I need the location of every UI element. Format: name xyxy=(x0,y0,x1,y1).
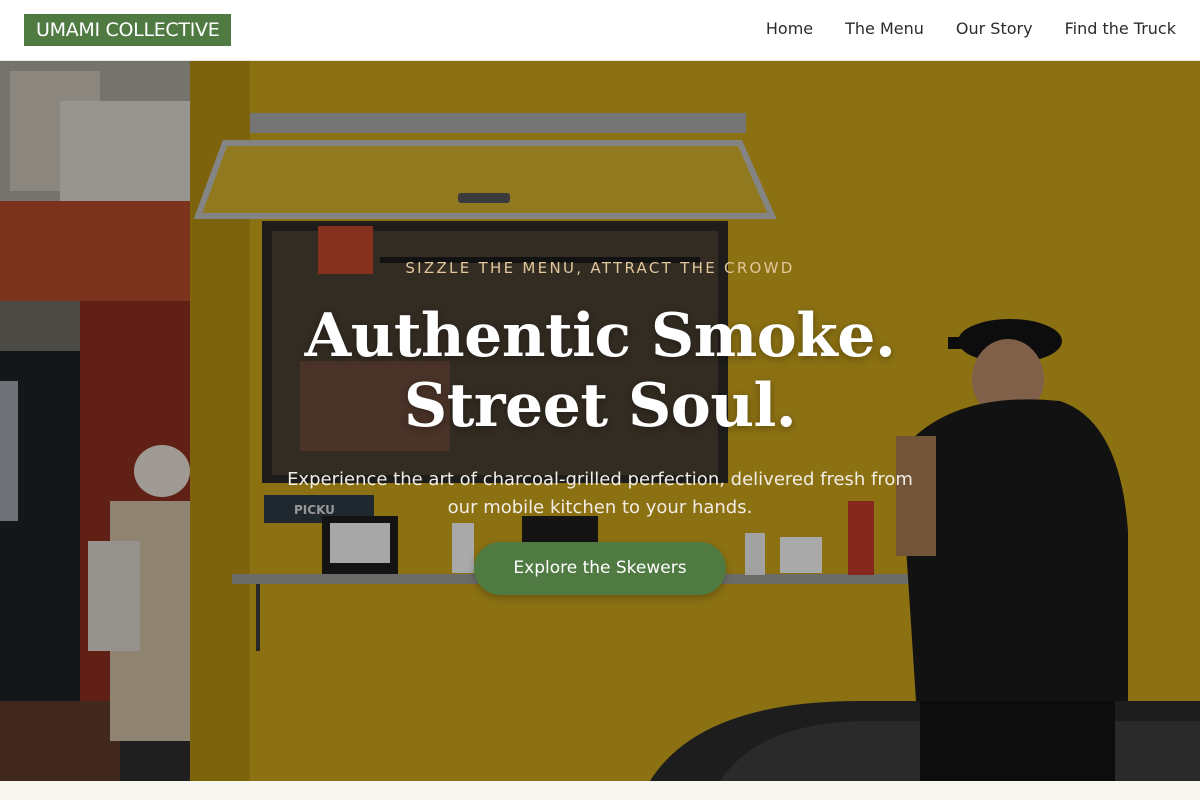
hero-section: PICKU SIZZLE THE MENU, ATTRACT THE CROWD… xyxy=(0,61,1200,781)
main-nav: Home The Menu Our Story Find the Truck xyxy=(766,18,1176,40)
site-header: UMAMI COLLECTIVE Home The Menu Our Story… xyxy=(0,0,1200,61)
hero-content: SIZZLE THE MENU, ATTRACT THE CROWD Authe… xyxy=(0,61,1200,781)
nav-our-story[interactable]: Our Story xyxy=(956,18,1033,40)
next-section-edge xyxy=(0,781,1200,800)
hero-headline: Authentic Smoke. Street Soul. xyxy=(0,301,1200,441)
hero-eyebrow: SIZZLE THE MENU, ATTRACT THE CROWD xyxy=(405,259,795,277)
nav-find-the-truck[interactable]: Find the Truck xyxy=(1065,18,1176,40)
nav-home[interactable]: Home xyxy=(766,18,813,40)
hero-headline-line-1: Authentic Smoke. xyxy=(304,301,896,371)
nav-the-menu[interactable]: The Menu xyxy=(845,18,924,40)
logo[interactable]: UMAMI COLLECTIVE xyxy=(24,14,232,46)
hero-subtext: Experience the art of charcoal-grilled p… xyxy=(287,469,913,518)
hero-headline-line-2: Street Soul. xyxy=(403,371,797,441)
explore-skewers-button[interactable]: Explore the Skewers xyxy=(474,542,726,595)
